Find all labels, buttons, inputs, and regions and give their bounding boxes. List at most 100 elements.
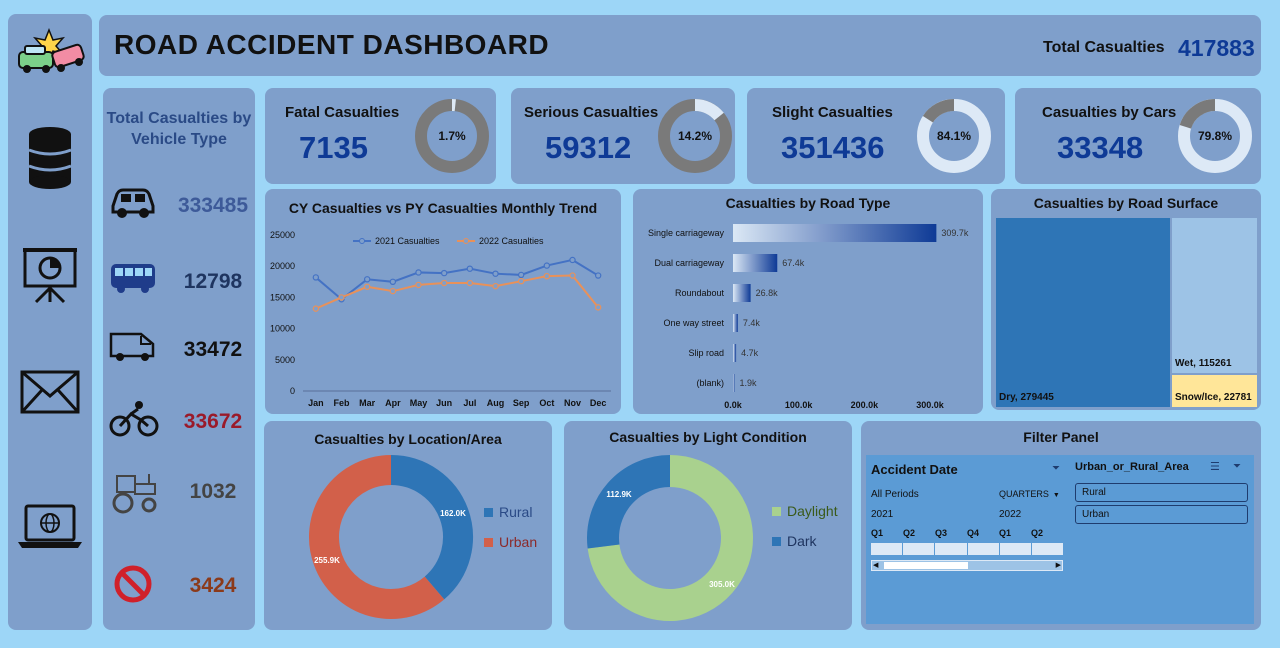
legend-rural[interactable]: Rural	[484, 504, 537, 520]
laptop-globe-icon[interactable]	[8, 502, 92, 550]
header-bar: ROAD ACCIDENT DASHBOARD Total Casualties…	[99, 15, 1261, 76]
treemap-label: Dry, 279445	[999, 392, 1054, 403]
donut-percent-label: 14.2%	[678, 129, 712, 143]
donut-slice	[587, 455, 671, 549]
series-line	[315, 274, 599, 310]
x-tick-label: Feb	[333, 398, 350, 408]
bicycle-icon	[109, 401, 159, 437]
scroll-right-icon[interactable]: ▶	[1056, 561, 1061, 569]
presentation-chart-icon[interactable]	[8, 246, 92, 304]
data-point	[492, 270, 499, 277]
no-entry-icon	[114, 565, 152, 603]
quarter-label[interactable]: Q4	[967, 528, 999, 540]
bar	[733, 314, 738, 332]
category-label: (blank)	[696, 378, 724, 388]
x-tick-label: Oct	[539, 398, 554, 408]
trend-plot: 25000 20000 15000 10000 5000 0 Jan Feb Mar Apr May…	[270, 230, 611, 408]
quarter-label[interactable]: Q3	[935, 528, 967, 540]
kpi-card-fatal[interactable]: Fatal Casualties 7135 1.7%	[265, 88, 496, 184]
y-tick-label: 15000	[270, 292, 295, 302]
database-icon[interactable]	[8, 126, 92, 190]
clear-selection-icon[interactable]: ⏷	[1233, 461, 1241, 472]
scrollbar-thumb[interactable]	[884, 562, 968, 569]
tractor-icon	[112, 474, 157, 514]
vehicle-row-bicycle[interactable]: 33672	[103, 400, 255, 448]
data-point	[415, 269, 422, 276]
x-tick-label: 100.0k	[785, 400, 814, 410]
bar	[733, 254, 778, 272]
x-tick-label: May	[410, 398, 428, 408]
y-tick-label: 5000	[275, 355, 295, 365]
kpi-card-serious[interactable]: Serious Casualties 59312 14.2%	[511, 88, 735, 184]
light-legend: Daylight Dark	[772, 503, 838, 563]
kpi-label: Serious Casualties	[524, 104, 659, 121]
legend-urban[interactable]: Urban	[484, 534, 537, 550]
kpi-card-cars[interactable]: Casualties by Cars 33348 79.8%	[1015, 88, 1261, 184]
car-icon	[111, 188, 155, 218]
y-tick-label: 0	[290, 386, 295, 396]
treemap-snow[interactable]: Snow/Ice, 22781	[1172, 375, 1257, 407]
timeline-scrollbar[interactable]: ◀ ▶	[871, 560, 1063, 571]
vehicle-row-van[interactable]: 33472	[103, 328, 255, 376]
mail-icon[interactable]	[8, 370, 92, 414]
year-2022-label: 2022	[999, 509, 1022, 520]
kpi-donut: 79.8%	[1178, 99, 1252, 173]
bar	[733, 374, 735, 392]
data-label: 67.4k	[782, 258, 805, 268]
scroll-left-icon[interactable]: ◀	[873, 561, 878, 569]
kpi-card-slight[interactable]: Slight Casualties 351436 84.1%	[747, 88, 1005, 184]
kpi-label: Casualties by Cars	[1042, 104, 1177, 121]
y-tick-label: 25000	[270, 230, 295, 240]
filter-option-rural[interactable]: Rural	[1075, 483, 1248, 502]
legend-marker	[359, 238, 365, 244]
vehicle-type-panel: Total Casualties by Vehicle Type 333485 …	[103, 88, 255, 630]
treemap-label: Snow/Ice, 22781	[1175, 392, 1252, 403]
road-type-chart[interactable]: Casualties by Road Type Single carriagew…	[633, 189, 983, 414]
road-surface-chart[interactable]: Casualties by Road Surface Dry, 279445 W…	[991, 189, 1261, 410]
kpi-donut: 1.7%	[415, 99, 489, 173]
data-point	[466, 279, 474, 287]
data-label: 4.7k	[741, 348, 759, 358]
treemap-dry[interactable]: Dry, 279445	[996, 218, 1170, 407]
quarter-label[interactable]: Q2	[1031, 528, 1063, 540]
x-tick-label: Apr	[385, 398, 401, 408]
x-tick-label: Dec	[590, 398, 607, 408]
category-label: Single carriageway	[648, 228, 725, 238]
sidebar	[8, 14, 92, 630]
bus-icon	[111, 264, 155, 293]
treemap-wet[interactable]: Wet, 115261	[1172, 218, 1257, 373]
slice-label: 112.9K	[606, 490, 632, 499]
clear-filter-icon[interactable]: ⏷	[1052, 463, 1060, 474]
quarter-label[interactable]: Q1	[871, 528, 903, 540]
monthly-trend-chart[interactable]: CY Casualties vs PY Casualties Monthly T…	[265, 189, 621, 414]
all-periods-label: All Periods	[871, 489, 919, 500]
data-point	[569, 256, 576, 264]
legend-daylight[interactable]: Daylight	[772, 503, 838, 519]
vehicle-row-tractor[interactable]: 1032	[103, 470, 255, 518]
data-point	[363, 276, 371, 283]
vehicle-row-bus[interactable]: 12798	[103, 260, 255, 308]
data-point	[389, 287, 397, 295]
filter-title: Filter Panel	[1023, 429, 1099, 445]
data-point	[543, 262, 551, 269]
legend-dark[interactable]: Dark	[772, 533, 838, 549]
quarter-timeline[interactable]	[871, 543, 1064, 555]
vehicle-value-bus: 12798	[183, 270, 243, 293]
kpi-label: Slight Casualties	[772, 104, 893, 121]
multi-select-icon[interactable]: ☰	[1210, 460, 1220, 473]
quarter-label[interactable]: Q2	[903, 528, 935, 540]
light-condition-chart[interactable]: Casualties by Light Condition 305.0K 112.…	[564, 421, 852, 630]
bar	[733, 284, 751, 302]
x-tick-label: Jun	[436, 398, 452, 408]
location-chart[interactable]: Casualties by Location/Area 162.0K 255.9K…	[264, 421, 552, 630]
vehicle-row-other[interactable]: 3424	[103, 564, 255, 612]
x-tick-label: Sep	[513, 398, 530, 408]
vehicle-row-car[interactable]: 333485	[103, 184, 255, 232]
filter-option-urban[interactable]: Urban	[1075, 505, 1248, 524]
quarters-dropdown[interactable]: QUARTERS ▼	[999, 489, 1060, 499]
quarter-label[interactable]: Q1	[999, 528, 1031, 540]
van-icon	[109, 332, 155, 361]
car-crash-icon[interactable]	[8, 28, 92, 78]
data-label: 7.4k	[743, 318, 761, 328]
kpi-value: 7135	[299, 130, 368, 165]
